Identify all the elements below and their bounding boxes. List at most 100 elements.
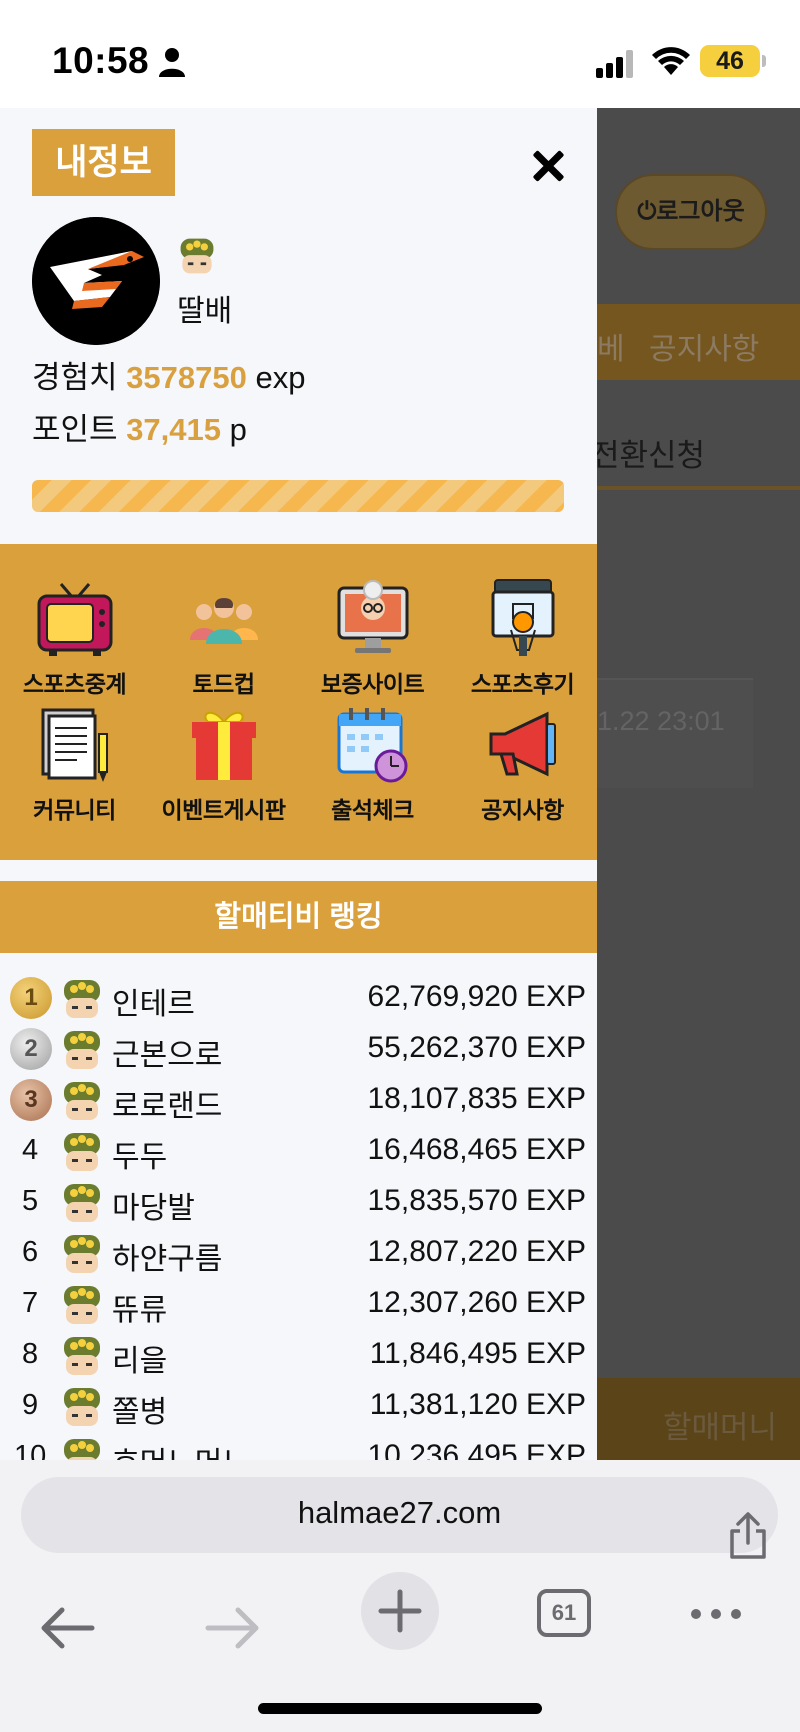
ranking-row[interactable]: 6 하얀구름 12,807,220 EXP bbox=[0, 1229, 597, 1280]
menu-item-verified-sites[interactable]: 보증사이트 bbox=[298, 578, 447, 704]
tabs-button[interactable]: 61 bbox=[537, 1589, 591, 1637]
rank-number: 7 bbox=[22, 1287, 39, 1319]
ranking-row[interactable]: 10 호머노머노 10,236,495 EXP bbox=[0, 1433, 597, 1460]
rank-number: 6 bbox=[22, 1236, 39, 1268]
menu-label: 토드컵 bbox=[192, 671, 255, 697]
background-nav-notice[interactable]: 공지사항 bbox=[649, 324, 759, 368]
megaphone-icon bbox=[489, 711, 556, 777]
silver-medal-icon: 2 bbox=[10, 1028, 52, 1070]
menu-item-notices[interactable]: 공지사항 bbox=[448, 704, 597, 830]
status-bar: 10:58 46 bbox=[0, 0, 800, 108]
eagle-logo-icon bbox=[32, 217, 160, 345]
rank-number: 8 bbox=[22, 1338, 39, 1370]
ranking-exp: 12,307,260 EXP bbox=[367, 1286, 586, 1319]
rank-badge-icon bbox=[64, 1337, 100, 1375]
menu-item-event-board[interactable]: 이벤트게시판 bbox=[149, 704, 298, 830]
more-icon[interactable] bbox=[690, 1608, 742, 1620]
ranking-name: 마당발 bbox=[112, 1192, 195, 1225]
status-time: 10:58 bbox=[52, 40, 150, 81]
close-icon[interactable] bbox=[526, 144, 570, 188]
logout-button[interactable]: ⏻로그아웃 bbox=[615, 174, 767, 250]
point-label: 포인트 bbox=[32, 412, 118, 447]
level-progress-bar bbox=[32, 480, 564, 512]
battery-indicator: 46 bbox=[700, 45, 760, 77]
point-info: 포인트 37,415 p bbox=[32, 404, 247, 449]
drawer-title: 내정보 bbox=[32, 129, 175, 196]
browser-toolbar: halmae27.com 61 bbox=[0, 1460, 800, 1732]
plus-icon bbox=[378, 1589, 422, 1633]
address-bar[interactable]: halmae27.com bbox=[21, 1477, 778, 1559]
rank-badge-icon bbox=[64, 1184, 100, 1222]
ranking-name: 인테르 bbox=[112, 988, 195, 1021]
background-nav-partial[interactable]: 베 bbox=[597, 324, 625, 368]
ranking-row[interactable]: 3 로로랜드 18,107,835 EXP bbox=[0, 1076, 597, 1127]
ranking-exp: 18,107,835 EXP bbox=[367, 1082, 586, 1115]
background-list-text[interactable]: 전환신청 bbox=[597, 430, 705, 475]
menu-item-todd-cup[interactable]: 토드컵 bbox=[149, 578, 298, 704]
exp-unit: exp bbox=[255, 360, 306, 395]
point-value: 37,415 bbox=[126, 412, 222, 447]
background-nav-bar: 베 공지사항 bbox=[597, 304, 800, 380]
ranking-exp: 10,236,495 EXP bbox=[367, 1439, 586, 1460]
exp-value: 3578750 bbox=[126, 360, 247, 395]
people-icon bbox=[190, 598, 258, 644]
menu-label: 이벤트게시판 bbox=[161, 797, 286, 823]
rank-badge-icon bbox=[64, 1286, 100, 1324]
forward-arrow-icon[interactable] bbox=[204, 1605, 262, 1651]
menu-item-attendance[interactable]: 출석체크 bbox=[298, 704, 447, 830]
rank-number: 1 bbox=[24, 984, 38, 1011]
rank-number: 10 bbox=[14, 1440, 47, 1460]
my-info-drawer: 내정보 딸배 경험치 3578750 exp 포인트 37,415 p 스포츠중… bbox=[0, 108, 597, 1460]
ranking-exp: 11,381,120 EXP bbox=[369, 1388, 586, 1421]
menu-label: 보증사이트 bbox=[320, 671, 425, 697]
rank-badge-icon bbox=[64, 1388, 100, 1426]
nickname: 딸배 bbox=[177, 295, 233, 328]
ranking-row[interactable]: 2 근본으로 55,262,370 EXP bbox=[0, 1025, 597, 1076]
ranking-header: 할매티비 랭킹 bbox=[0, 881, 597, 953]
ranking-row[interactable]: 7 뜌류 12,307,260 EXP bbox=[0, 1280, 597, 1331]
ranking-exp: 11,846,495 EXP bbox=[369, 1337, 586, 1370]
tv-icon bbox=[37, 583, 113, 656]
menu-label: 커뮤니티 bbox=[33, 797, 116, 823]
ranking-row[interactable]: 5 마당발 15,835,570 EXP bbox=[0, 1178, 597, 1229]
rank-badge-icon bbox=[64, 1439, 100, 1460]
person-icon bbox=[159, 48, 185, 77]
gift-icon bbox=[192, 711, 256, 780]
bronze-medal-icon: 3 bbox=[10, 1079, 52, 1121]
ranking-row[interactable]: 9 쫄병 11,381,120 EXP bbox=[0, 1382, 597, 1433]
ranking-exp: 16,468,465 EXP bbox=[367, 1133, 586, 1166]
calendar-clock-icon bbox=[337, 708, 408, 783]
wifi-icon bbox=[652, 47, 690, 75]
menu-item-sports-reviews[interactable]: 스포츠후기 bbox=[448, 578, 597, 704]
ranking-exp: 62,769,920 EXP bbox=[367, 980, 586, 1013]
url-text: halmae27.com bbox=[297, 1495, 502, 1530]
monitor-grandma-icon bbox=[337, 580, 409, 653]
ranking-name: 리을 bbox=[112, 1345, 168, 1378]
background-divider bbox=[597, 486, 800, 490]
ranking-row[interactable]: 1 인테르 62,769,920 EXP bbox=[0, 974, 597, 1025]
background-page-overlay[interactable]: ⏻로그아웃 베 공지사항 전환신청 1.22 23:01 할매머니 bbox=[597, 108, 800, 1460]
cellular-signal-icon bbox=[596, 50, 633, 78]
new-tab-button[interactable] bbox=[361, 1572, 439, 1650]
rank-badge-icon bbox=[64, 980, 100, 1018]
ranking-exp: 15,835,570 EXP bbox=[367, 1184, 586, 1217]
back-arrow-icon[interactable] bbox=[38, 1605, 96, 1651]
menu-label: 출석체크 bbox=[331, 797, 414, 823]
avatar bbox=[32, 217, 160, 345]
ranking-exp: 12,807,220 EXP bbox=[367, 1235, 586, 1268]
menu-label: 스포츠중계 bbox=[22, 671, 127, 697]
background-bottom-bar: 할매머니 bbox=[597, 1378, 800, 1460]
ranking-row[interactable]: 4 두두 16,468,465 EXP bbox=[0, 1127, 597, 1178]
menu-label: 스포츠후기 bbox=[470, 671, 575, 697]
share-icon[interactable] bbox=[726, 1511, 770, 1561]
menu-grid: 스포츠중계 토드컵 보증사이트 스포츠후기 커뮤니티 이벤트게시판 출석체크 공… bbox=[0, 544, 597, 860]
screen: 10:58 46 ⏻로그아웃 베 공지사항 전환신청 1.22 23:01 할매… bbox=[0, 0, 800, 1732]
background-bottom-text[interactable]: 할매머니 bbox=[663, 1402, 777, 1447]
ranking-row[interactable]: 8 리을 11,846,495 EXP bbox=[0, 1331, 597, 1382]
rank-badge-icon bbox=[64, 1133, 100, 1171]
document-pencil-icon bbox=[41, 708, 108, 782]
rank-number: 5 bbox=[22, 1185, 39, 1217]
menu-item-community[interactable]: 커뮤니티 bbox=[0, 704, 149, 830]
menu-item-sports-broadcast[interactable]: 스포츠중계 bbox=[0, 578, 149, 704]
exp-label: 경험치 bbox=[32, 360, 118, 395]
